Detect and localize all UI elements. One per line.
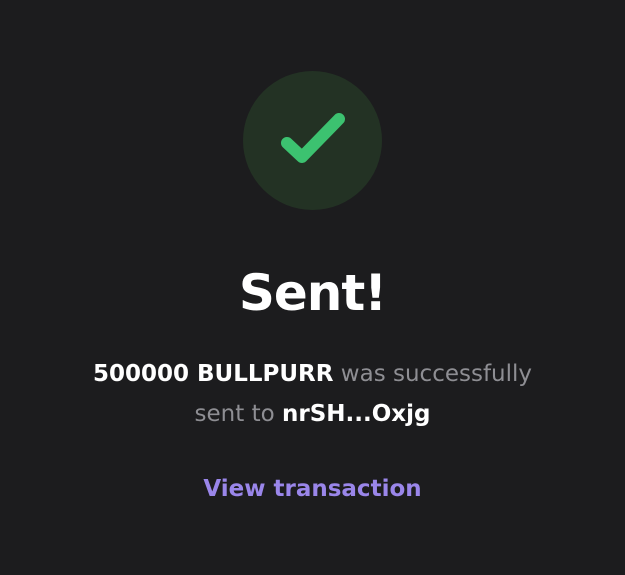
view-transaction-link[interactable]: View transaction	[0, 471, 625, 507]
success-badge	[243, 71, 382, 210]
page-title: Sent!	[238, 264, 387, 322]
sent-amount: 500000 BULLPURR	[92, 361, 334, 387]
recipient-address: nrSH...Oxjg	[281, 401, 431, 427]
checkmark-icon	[281, 113, 345, 163]
message-text-sent-to: sent to	[194, 401, 282, 427]
transaction-success-screen: Sent! 500000 BULLPURR was successfully se…	[0, 0, 625, 575]
success-message: 500000 BULLPURR was successfully sent to …	[60, 354, 565, 434]
message-text: was successfully	[333, 361, 533, 387]
